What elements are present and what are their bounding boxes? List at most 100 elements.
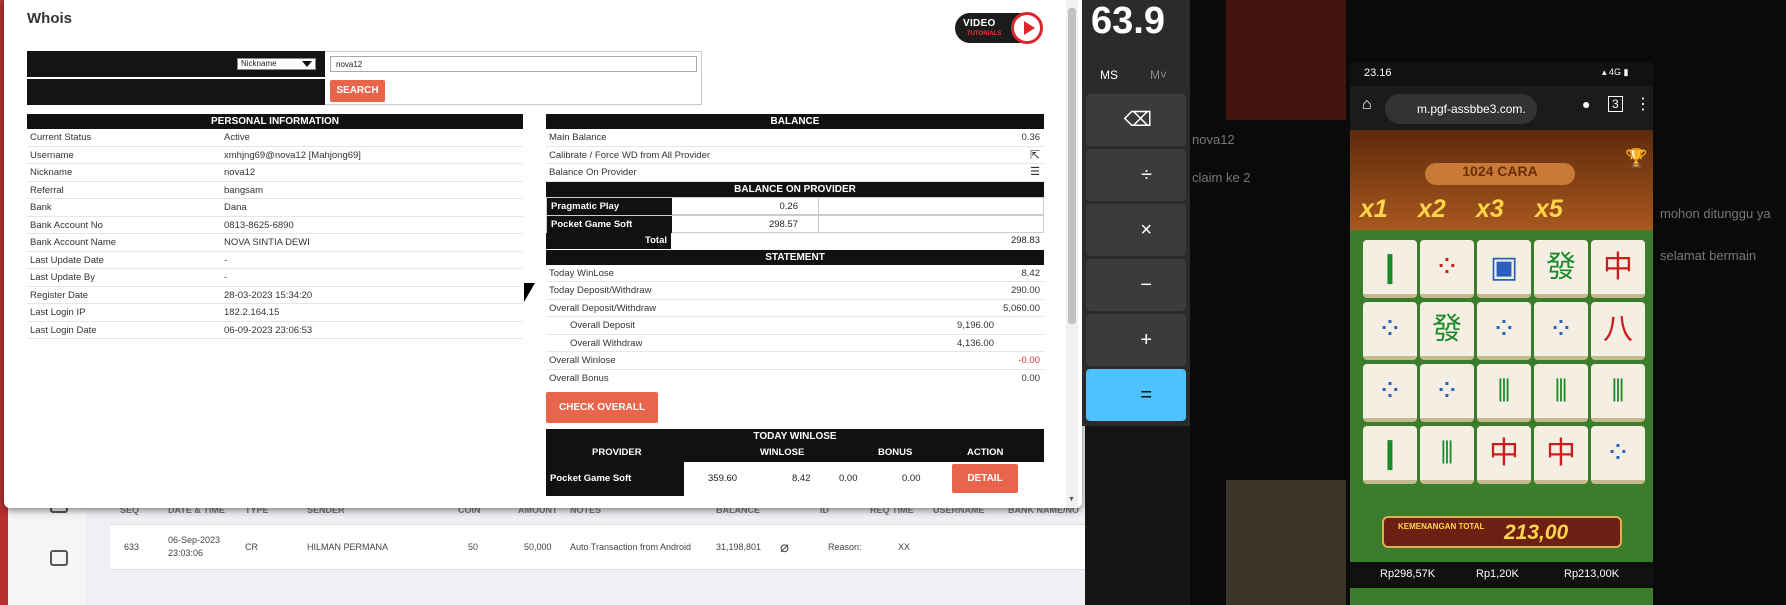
home-icon[interactable]: ⌂	[1362, 96, 1372, 114]
game-balance: Rp298,57K	[1380, 568, 1436, 580]
stmt-row: Overall Winlose -0.00	[546, 352, 1044, 370]
scroll-down-icon[interactable]: ▼	[1068, 496, 1075, 503]
personal-info-value: -	[224, 272, 228, 283]
divider	[818, 215, 819, 233]
stmt-value: 290.00	[1010, 285, 1040, 296]
search-type-select[interactable]: Nickname	[237, 58, 316, 70]
personal-info-label: Username	[30, 149, 74, 161]
personal-info-row: Username xmhjng69@nova12 [Mahjong69]	[27, 147, 523, 164]
list-icon[interactable]: ☰	[1030, 164, 1040, 182]
video-tutorials-button[interactable]: VIDEO TUTORIALS	[955, 12, 1043, 44]
row-amount: 50,000	[524, 542, 552, 552]
tw-winlose: 8.42	[792, 473, 811, 484]
mahjong-tile: ⦀	[1477, 364, 1531, 422]
multiplier: x5	[1535, 195, 1563, 223]
provider-row: Pragmatic Play 0.26	[546, 196, 1044, 215]
mahjong-tile: ⦀	[1534, 364, 1588, 422]
microphone-icon[interactable]: ●	[1582, 96, 1590, 112]
tw-bonus: 0.00	[902, 473, 921, 484]
total-win-value: 213,00	[1504, 521, 1569, 544]
search-type-value: Nickname	[241, 59, 277, 68]
personal-info-row: Register Date 28-03-2023 15:34:20	[27, 287, 523, 304]
dialog-title: Whois	[27, 10, 72, 27]
mahjong-tile: 中	[1591, 240, 1645, 298]
total-value: 298.83	[1010, 234, 1040, 246]
main-balance-label: Main Balance	[549, 132, 607, 143]
url-field[interactable]: m.pgf-assbbe3.com.	[1385, 94, 1537, 124]
multiplier: x2	[1418, 195, 1446, 223]
multiplier: x1	[1360, 195, 1388, 223]
personal-info-row: Nickname nova12	[27, 164, 523, 182]
divider	[818, 197, 819, 215]
stmt-label: Overall Deposit	[570, 320, 635, 331]
mahjong-tile: 發	[1534, 240, 1588, 298]
transaction-row[interactable]: 633 06-Sep-2023 23:03:06 CR HILMAN PERMA…	[110, 524, 1085, 570]
provider-row: Pocket Game Soft 298.57	[546, 214, 1044, 233]
external-link-icon[interactable]: ⇱	[1030, 147, 1040, 165]
total-win-label: KEMENANGAN TOTAL	[1398, 522, 1485, 531]
personal-info-row: Last Update Date -	[27, 252, 523, 269]
book-icon[interactable]	[50, 550, 68, 566]
personal-info-label: Last Login Date	[30, 324, 97, 336]
personal-info-label: Last Update Date	[30, 254, 104, 266]
game-footer: Rp298,57K Rp1,20K Rp213,00K	[1350, 562, 1653, 588]
phone-time: 23.16	[1364, 67, 1392, 79]
calibrate-row: Calibrate / Force WD from All Provider ⇱	[546, 147, 1044, 165]
game-bet[interactable]: Rp1,20K	[1476, 568, 1519, 580]
personal-info-row: Last Update By -	[27, 269, 523, 287]
memory-store-button[interactable]: MS	[1100, 68, 1118, 82]
tw-value: 0.00	[839, 473, 858, 484]
detail-button[interactable]: DETAIL	[952, 464, 1018, 493]
chat-message: mohon ditunggu ya	[1660, 206, 1771, 221]
today-winlose-row: Pocket Game Soft 359.60 8.42 0.00 0.00 D…	[546, 462, 1044, 496]
personal-info-label: Bank Account Name	[30, 237, 117, 248]
tw-provider: Pocket Game Soft	[546, 462, 684, 496]
minus-button[interactable]: −	[1086, 259, 1186, 311]
mahjong-tile: 中	[1534, 426, 1588, 484]
memory-view-button[interactable]: M˅	[1150, 68, 1167, 82]
equals-button[interactable]: =	[1086, 369, 1186, 421]
stmt-value: 5,060.00	[1003, 302, 1040, 314]
block-icon[interactable]: ⌀	[780, 538, 789, 556]
personal-info-row: Bank Account No 0813-8625-6890	[27, 217, 523, 234]
personal-information-panel: PERSONAL INFORMATION Current Status Activ…	[27, 114, 523, 339]
col-winlose: WINLOSE	[760, 447, 805, 458]
search-button[interactable]: SEARCH	[330, 80, 385, 102]
check-overall-button[interactable]: CHECK OVERALL	[546, 392, 658, 423]
mahjong-tile: ⁘	[1591, 426, 1645, 484]
backspace-button[interactable]: ⌫	[1086, 94, 1186, 146]
col-bonus: BONUS	[878, 447, 913, 458]
multiply-button[interactable]: ×	[1086, 204, 1186, 256]
trophy-icon[interactable]: 🏆	[1625, 148, 1647, 169]
scrollbar-thumb[interactable]	[1068, 8, 1076, 324]
personal-info-value: Active	[224, 132, 250, 143]
mahjong-tile: ❙	[1363, 240, 1417, 298]
plus-button[interactable]: +	[1086, 314, 1186, 366]
stmt-label: Overall Deposit/Withdraw	[549, 302, 657, 314]
col-provider: PROVIDER	[592, 447, 642, 458]
provider-amount: 0.26	[779, 200, 799, 212]
chat-message: nova12	[1192, 132, 1235, 147]
calculator-display: 63.9	[1091, 0, 1165, 42]
mahjong-tile: ⦀	[1591, 364, 1645, 422]
personal-info-value: Dana	[224, 202, 247, 213]
signal-battery-icon: ▴ 4G ▮	[1602, 67, 1629, 77]
tabs-icon[interactable]: 3	[1608, 96, 1623, 112]
stmt-value: 8.42	[1021, 267, 1041, 279]
mahjong-tile: 中	[1477, 426, 1531, 484]
personal-info-value: 28-03-2023 15:34:20	[224, 289, 313, 301]
balance-on-provider-header: BALANCE ON PROVIDER	[546, 181, 1044, 197]
mahjong-tile: ⁘	[1420, 364, 1474, 422]
row-sender: HILMAN PERMANA	[307, 542, 389, 552]
divide-button[interactable]: ÷	[1086, 149, 1186, 201]
more-menu-icon[interactable]: ⋮	[1635, 94, 1651, 114]
row-reason: Reason:	[828, 542, 862, 552]
personal-info-row: Bank Dana	[27, 199, 523, 217]
stmt-row: Overall Deposit/Withdraw 5,060.00	[546, 300, 1044, 317]
search-input[interactable]: nova12	[330, 56, 697, 72]
row-notes: Auto Transaction from Android	[570, 542, 692, 552]
stmt-value: 0.00	[1021, 372, 1041, 384]
today-winlose-header: TODAY WINLOSE	[546, 429, 1044, 444]
stmt-value: -0.00	[1018, 355, 1040, 366]
mahjong-tile: ⁘	[1420, 240, 1474, 298]
